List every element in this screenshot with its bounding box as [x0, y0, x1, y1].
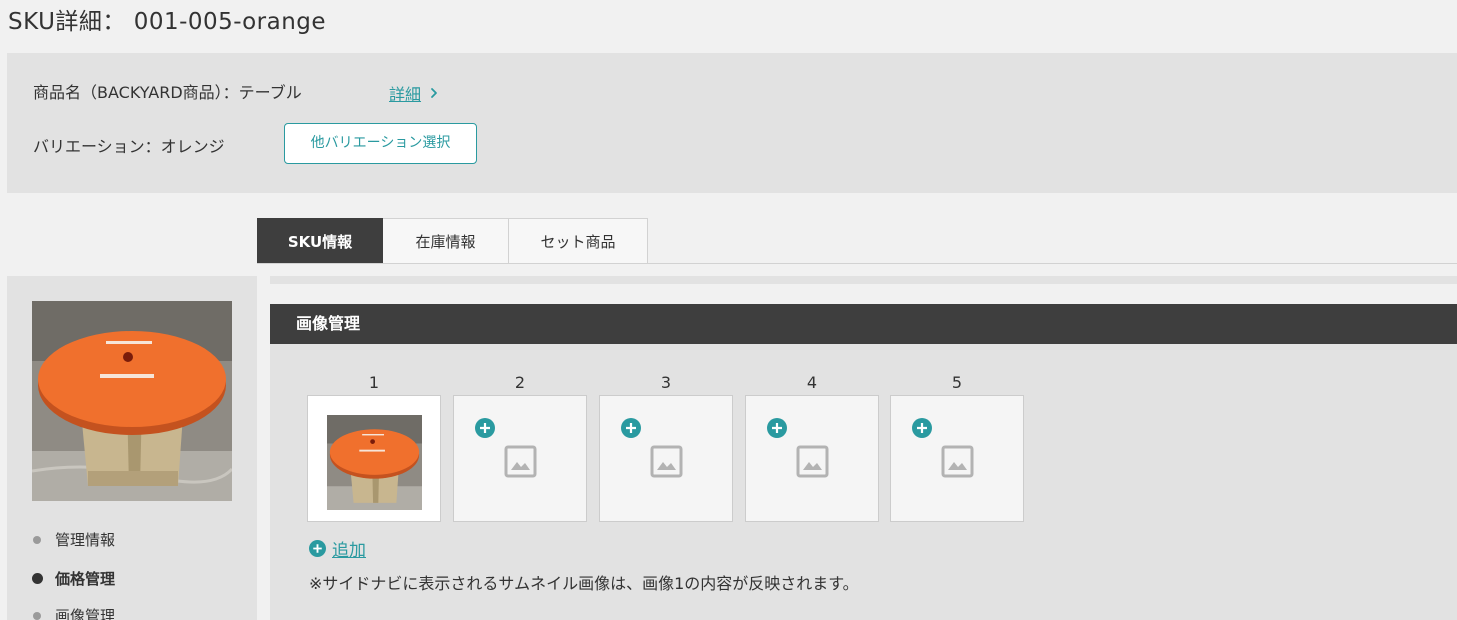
sku-tabs: SKU情報 在庫情報 セット商品	[257, 218, 648, 264]
nav-image-management[interactable]: 画像管理	[33, 605, 115, 620]
other-variation-button[interactable]: 他バリエーション選択	[284, 123, 477, 164]
nav-bullet	[32, 573, 43, 584]
image-slot-5: 5	[890, 371, 1024, 522]
page-title: SKU詳細： 001-005-orange	[8, 9, 327, 35]
image-management-panel: 画像管理 1 2 3 4 5 追加 ※サイドナビに表示されるサムネイル画像は、画…	[270, 304, 1457, 620]
nav-management-info[interactable]: 管理情報	[33, 529, 115, 550]
nav-price-management[interactable]: 価格管理	[32, 568, 116, 589]
nav-label: 価格管理	[55, 570, 116, 588]
thumbnail-note: ※サイドナビに表示されるサムネイル画像は、画像1の内容が反映されます。	[309, 574, 859, 593]
nav-label: 管理情報	[55, 531, 116, 549]
tab-set-products[interactable]: セット商品	[509, 218, 648, 264]
variation-label: バリエーション：オレンジ	[33, 137, 225, 156]
slot-number: 2	[514, 373, 526, 392]
image-slot-4: 4	[745, 371, 879, 522]
nav-bullet	[33, 535, 41, 544]
image-slot-2: 2	[453, 371, 587, 522]
add-image-label[interactable]: 追加	[332, 536, 366, 561]
product-name-label: 商品名（BACKYARD商品）：テーブル	[33, 83, 302, 102]
product-info-panel: 商品名（BACKYARD商品）：テーブル 詳細 バリエーション：オレンジ 他バリ…	[7, 53, 1457, 193]
plus-circle-icon[interactable]	[912, 418, 932, 438]
tab-sku-info[interactable]: SKU情報	[257, 218, 383, 264]
plus-circle-icon	[309, 540, 326, 557]
tab-stock-info[interactable]: 在庫情報	[383, 218, 509, 264]
image-slot-box[interactable]	[890, 395, 1024, 522]
slot-number: 1	[368, 373, 380, 392]
nav-label: 画像管理	[55, 607, 116, 620]
image-placeholder-icon	[504, 445, 537, 478]
image-slot-box[interactable]	[599, 395, 733, 522]
detail-link[interactable]: 詳細	[389, 81, 441, 105]
table-photo-image	[32, 301, 232, 501]
table-photo-image	[327, 415, 422, 510]
slot-number: 3	[660, 373, 672, 392]
image-slot-box[interactable]	[745, 395, 879, 522]
image-placeholder-icon	[941, 445, 974, 478]
plus-circle-icon[interactable]	[475, 418, 495, 438]
detail-link-label[interactable]: 詳細	[389, 81, 421, 105]
image-slot-box[interactable]	[453, 395, 587, 522]
content-top-strip	[270, 276, 1457, 284]
slot-number: 4	[806, 373, 818, 392]
image-slot-3: 3	[599, 371, 733, 522]
plus-circle-icon[interactable]	[621, 418, 641, 438]
slot-thumbnail	[327, 415, 422, 510]
slot-number: 5	[951, 373, 963, 392]
chevron-right-icon	[431, 88, 437, 98]
image-slot-1: 1	[307, 371, 441, 522]
section-title: 画像管理	[270, 304, 1457, 344]
add-image-link[interactable]: 追加	[309, 536, 366, 561]
nav-bullet	[33, 611, 41, 620]
product-thumbnail	[32, 301, 232, 501]
sidebar: 管理情報 価格管理 画像管理	[7, 276, 257, 620]
image-placeholder-icon	[650, 445, 683, 478]
plus-circle-icon[interactable]	[767, 418, 787, 438]
tabs-divider	[257, 263, 1457, 264]
image-placeholder-icon	[796, 445, 829, 478]
image-slot-box[interactable]	[307, 395, 441, 522]
